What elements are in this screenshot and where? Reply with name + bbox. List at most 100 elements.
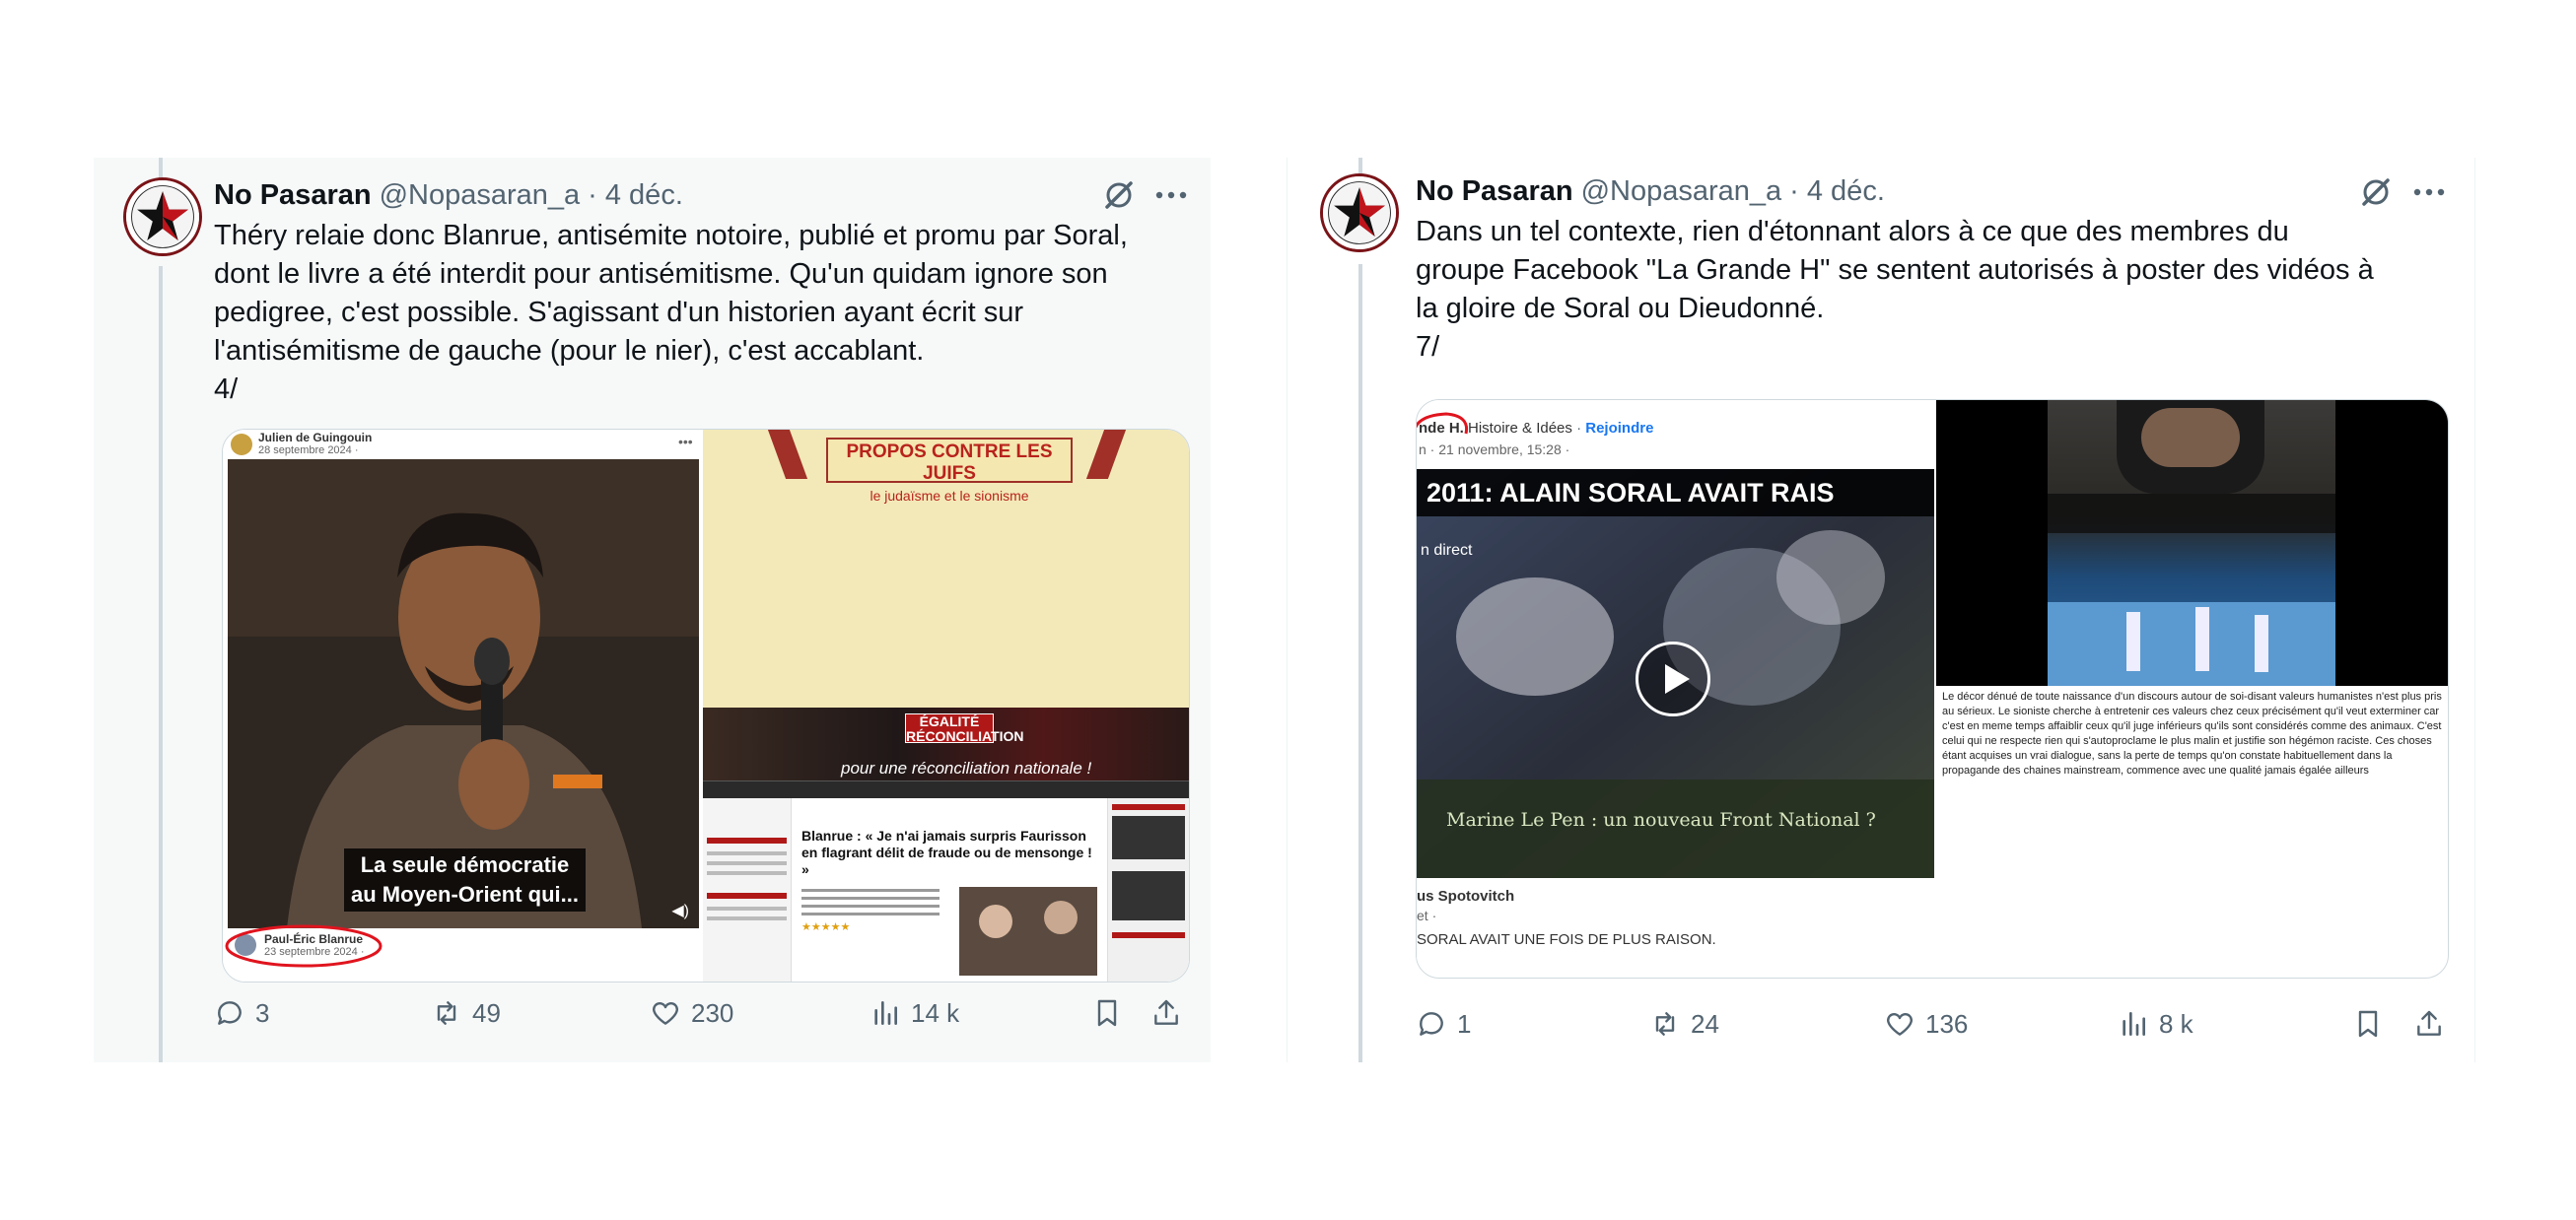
share-button[interactable] — [2413, 1002, 2445, 1046]
more-options-icon[interactable] — [1151, 177, 1191, 213]
tweet-media[interactable]: nde H. Histoire & Idées · Rejoindre n · … — [1416, 399, 2449, 979]
views-button[interactable]: 14 k — [870, 991, 959, 1035]
video-frame-2[interactable] — [1936, 400, 2448, 686]
tweet-text-line: dont le livre a été interdit pour antisé… — [214, 258, 1108, 290]
grok-icon[interactable] — [2358, 174, 2394, 210]
website-article: Blanrue : « Je n'ai jamais surpris Fauri… — [703, 798, 1189, 982]
video-caption: La seule démocratie au Moyen-Orient qui.… — [344, 848, 586, 912]
group-subname: Histoire & Idées — [1468, 420, 1572, 437]
book-title-text: PROPOS CONTRE LES JUIFS — [846, 441, 1053, 484]
poster-avatar — [231, 434, 252, 455]
join-group-link[interactable]: Rejoindre — [1585, 420, 1653, 437]
bookmark-button[interactable] — [1091, 991, 1123, 1035]
video-frame[interactable]: La seule démocratie au Moyen-Orient qui.… — [228, 459, 699, 928]
poster-name: Julien de Guingouin — [258, 431, 373, 444]
display-name[interactable]: No Pasaran — [214, 179, 372, 212]
reply-count: 3 — [255, 997, 270, 1028]
play-icon — [1665, 664, 1690, 694]
red-black-star-icon — [126, 180, 199, 253]
display-name[interactable]: No Pasaran — [1416, 175, 1573, 208]
share-icon — [1154, 999, 1178, 1025]
book-ornament — [767, 430, 808, 479]
tweet-card[interactable]: No Pasaran @Nopasaran_a · 4 déc. Dans un… — [1287, 158, 2475, 1062]
tweet-text: Théry relaie donc Blanrue, antisémite no… — [214, 217, 1128, 409]
reply-button[interactable]: 1 — [1416, 1002, 1471, 1046]
site-left-column — [703, 798, 792, 982]
site-logo: ÉGALITÉ RÉCONCILIATION — [905, 713, 1024, 744]
article-photo — [959, 887, 1097, 976]
video-subtitle: Marine Le Pen : un nouveau Front Nationa… — [1446, 809, 1876, 831]
reply-count: 1 — [1457, 1008, 1472, 1039]
poster-meta: et · — [1417, 908, 1437, 923]
share-button[interactable] — [1150, 991, 1182, 1035]
site-slogan: pour une réconciliation nationale ! — [841, 759, 1092, 778]
video-frame[interactable]: 2011: ALAIN SORAL AVAIT RAIS n direct Ma… — [1417, 469, 1934, 878]
views-button[interactable]: 8 k — [2118, 1002, 2193, 1046]
volume-icon[interactable]: ◀) — [671, 901, 689, 920]
tagged-post-footer: Paul-Éric Blanrue 23 septembre 2024 · — [223, 924, 701, 982]
repost-button[interactable]: 24 — [1649, 1002, 1719, 1046]
tweet-text: Dans un tel contexte, rien d'étonnant al… — [1416, 213, 2374, 367]
tweet-header: No Pasaran @Nopasaran_a · 4 déc. — [1416, 171, 1885, 211]
analytics-icon — [2123, 1012, 2145, 1036]
book-cover: PROPOS CONTRE LES JUIFS le judaïsme et l… — [703, 430, 1189, 708]
red-annotation-circle — [1417, 412, 1469, 435]
book-subtitle: le judaïsme et le sionisme — [870, 488, 1029, 504]
more-options-icon[interactable] — [2409, 174, 2449, 210]
bookmark-icon — [2358, 1010, 2378, 1038]
user-handle[interactable]: @Nopasaran_a — [380, 179, 581, 212]
tweet-text-line: Théry relaie donc Blanrue, antisémite no… — [214, 220, 1128, 251]
site-right-column — [1107, 798, 1189, 982]
tweet-card[interactable]: No Pasaran @Nopasaran_a · 4 déc. Théry r… — [94, 158, 1211, 1062]
tweet-text-line: l'antisémitisme de gauche (pour le nier)… — [214, 335, 925, 367]
avatar[interactable] — [123, 177, 202, 256]
like-count: 136 — [1925, 1008, 1969, 1039]
repost-count: 24 — [1691, 1008, 1719, 1039]
tweet-text-line: Dans un tel contexte, rien d'étonnant al… — [1416, 216, 2289, 247]
analytics-icon — [874, 1001, 897, 1025]
like-button[interactable]: 136 — [1884, 1002, 1968, 1046]
tweet-text-line: la gloire de Soral ou Dieudonné. — [1416, 293, 1825, 324]
facebook-post-footer: us Spotovitch et · SORAL AVAIT UNE FOIS … — [1417, 878, 1934, 977]
avatar[interactable] — [1320, 173, 1399, 252]
red-black-star-icon — [1323, 176, 1396, 249]
share-icon — [2417, 1010, 2441, 1036]
tweet-date[interactable]: · 4 déc. — [588, 179, 683, 212]
tweet-text-line: 7/ — [1416, 331, 1440, 363]
bookmark-button[interactable] — [2352, 1002, 2384, 1046]
tweet-actions: 3 49 230 14 k — [214, 991, 1200, 1035]
red-annotation-circle — [225, 924, 383, 968]
studio-scene — [2048, 400, 2335, 686]
tweet-actions: 1 24 136 8 k — [1416, 1002, 2461, 1046]
tweet-media[interactable]: Julien de Guingouin 28 septembre 2024 · … — [222, 429, 1190, 983]
heart-icon — [1887, 1013, 1913, 1036]
grok-icon[interactable] — [1101, 177, 1137, 213]
book-title: PROPOS CONTRE LES JUIFS le judaïsme et l… — [826, 438, 1073, 504]
video-title: 2011: ALAIN SORAL AVAIT RAIS — [1417, 469, 1934, 516]
reply-button[interactable]: 3 — [214, 991, 269, 1035]
like-button[interactable]: 230 — [650, 991, 733, 1035]
tweet-header: No Pasaran @Nopasaran_a · 4 déc. — [214, 175, 683, 215]
article-excerpt: Le décor dénué de toute naissance d'un d… — [1936, 686, 2448, 796]
repost-icon — [1655, 1012, 1675, 1036]
heart-icon — [653, 1002, 678, 1025]
book-ornament — [1085, 430, 1127, 479]
facebook-post-header: Julien de Guingouin 28 septembre 2024 · … — [223, 430, 701, 459]
tweet-text-line: 4/ — [214, 373, 239, 405]
tweet-text-line: groupe Facebook "La Grande H" se sentent… — [1416, 254, 2374, 286]
view-count: 14 k — [911, 997, 960, 1028]
repost-button[interactable]: 49 — [431, 991, 501, 1035]
bookmark-icon — [1097, 999, 1117, 1027]
facebook-group-header: nde H. Histoire & Idées · Rejoindre n · … — [1417, 400, 1934, 469]
post-date: 28 septembre 2024 · — [258, 444, 359, 456]
thread-line — [1358, 264, 1362, 1062]
more-options-icon: ••• — [678, 434, 693, 449]
live-label: n direct — [1421, 542, 1473, 559]
tweet-date[interactable]: · 4 déc. — [1789, 175, 1885, 208]
repost-count: 49 — [472, 997, 501, 1028]
play-button[interactable] — [1636, 642, 1710, 716]
user-handle[interactable]: @Nopasaran_a — [1581, 175, 1782, 208]
thread-line — [159, 266, 163, 1062]
poster-name: us Spotovitch — [1417, 888, 1515, 905]
reply-icon — [1420, 1012, 1443, 1036]
